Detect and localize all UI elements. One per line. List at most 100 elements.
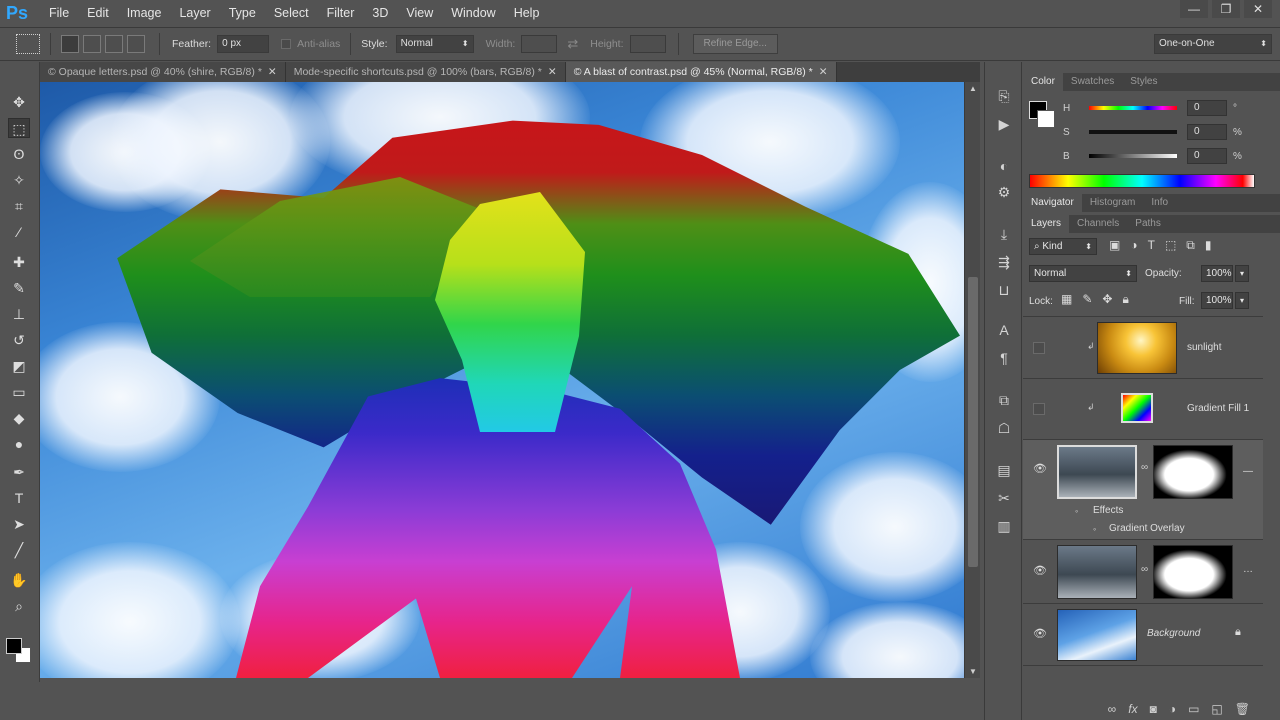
width-input[interactable] [521, 35, 558, 53]
history-brush-tool-icon[interactable]: ↺ [8, 330, 30, 350]
tab-mode-specific-shortcuts[interactable]: Mode-specific shortcuts.psd @ 100% (bars… [285, 62, 566, 82]
close-icon[interactable]: ✕ [819, 66, 828, 78]
lock-transparency-icon[interactable]: ▦ [1061, 292, 1072, 307]
saturation-input[interactable]: 0 [1187, 124, 1227, 140]
refine-edge-button[interactable]: Refine Edge... [692, 34, 778, 54]
pen-tool-icon[interactable]: ✒ [8, 462, 30, 482]
eyedropper-tool-icon[interactable]: ⁄ [8, 222, 30, 242]
tab-layers[interactable]: Layers [1023, 215, 1070, 233]
menu-layer[interactable]: Layer [170, 6, 219, 20]
scrollbar-thumb[interactable] [968, 277, 978, 567]
saturation-slider[interactable] [1089, 130, 1177, 134]
eraser-tool-icon[interactable]: ◩ [8, 356, 30, 376]
lasso-tool-icon[interactable]: ʘ [8, 144, 30, 164]
style-select[interactable]: Normal ⬍ [395, 35, 474, 53]
menu-image[interactable]: Image [118, 6, 171, 20]
layer-row-gradient-fill[interactable]: ↲ Gradient Fill 1 [1023, 379, 1263, 440]
foreground-color-swatch[interactable] [6, 638, 22, 654]
hue-slider[interactable] [1089, 106, 1177, 110]
tools-icon[interactable]: ✂ [993, 488, 1015, 508]
opacity-dropdown[interactable]: ▾ [1235, 265, 1249, 282]
layer-row-background[interactable]: 👁︎ Background 🔒︎ [1023, 604, 1263, 666]
menu-file[interactable]: File [40, 6, 78, 20]
document-canvas[interactable] [40, 82, 964, 678]
menu-help[interactable]: Help [505, 6, 549, 20]
fill-dropdown[interactable]: ▾ [1235, 292, 1249, 309]
rect-marquee-tool-icon[interactable]: ⬚ [8, 118, 30, 138]
hue-input[interactable]: 0 [1187, 100, 1227, 116]
path-selection-tool-icon[interactable]: ➤ [8, 514, 30, 534]
new-selection-icon[interactable] [61, 35, 79, 53]
restore-button[interactable]: ❐ [1212, 0, 1240, 18]
shape-filter-icon[interactable]: ⬚ [1165, 238, 1176, 253]
character-icon[interactable]: A [993, 320, 1015, 340]
vertical-scrollbar[interactable]: ▲ ▼ [964, 82, 980, 678]
close-icon[interactable]: ✕ [548, 66, 557, 78]
adjustment-filter-icon[interactable]: ◑ [1130, 238, 1137, 253]
workspace-select[interactable]: One-on-One ⬍ [1154, 34, 1272, 54]
subtract-selection-icon[interactable] [105, 35, 123, 53]
visibility-toggle[interactable] [1033, 403, 1045, 415]
hand-tool-icon[interactable]: ✋ [8, 570, 30, 590]
visibility-gradient-overlay-icon[interactable]: ◦ [1093, 524, 1096, 534]
tab-info[interactable]: Info [1143, 194, 1176, 212]
close-icon[interactable]: ✕ [268, 66, 277, 78]
clone-source-icon[interactable]: ⊔ [993, 280, 1015, 300]
visibility-effects-icon[interactable]: ◦ [1075, 506, 1078, 516]
notes-icon[interactable]: ▥ [993, 516, 1015, 536]
eye-icon[interactable]: 👁︎ [1033, 627, 1047, 641]
actions-play-icon[interactable]: ▶ [993, 114, 1015, 134]
scroll-down-icon[interactable]: ▼ [969, 667, 977, 676]
type-tool-icon[interactable]: T [8, 488, 30, 508]
tab-histogram[interactable]: Histogram [1082, 194, 1144, 212]
lock-paint-icon[interactable]: ✎ [1082, 292, 1092, 307]
close-button[interactable]: ✕ [1244, 0, 1272, 18]
eye-icon[interactable]: 👁︎ [1033, 564, 1047, 578]
brush-settings-icon[interactable]: ⇶ [993, 252, 1015, 272]
gradient-tool-icon[interactable]: ▭ [8, 382, 30, 402]
zoom-tool-icon[interactable]: ⌕ [8, 596, 30, 616]
new-layer-icon[interactable]: ◱ [1211, 702, 1222, 716]
minimize-button[interactable]: — [1180, 0, 1208, 18]
line-tool-icon[interactable]: ╱ [8, 540, 30, 560]
type-filter-icon[interactable]: T [1148, 238, 1155, 253]
clone-stamp-tool-icon[interactable]: ⊥ [8, 304, 30, 324]
add-selection-icon[interactable] [83, 35, 101, 53]
antialias-checkbox[interactable] [281, 39, 292, 49]
layer-row-photo[interactable]: 👁︎ ∞ … [1023, 540, 1263, 604]
smart-object-filter-icon[interactable]: ⧉ [1186, 238, 1195, 253]
tab-styles[interactable]: Styles [1122, 73, 1165, 91]
new-adjustment-icon[interactable]: ◑ [1169, 702, 1176, 716]
menu-view[interactable]: View [397, 6, 442, 20]
properties-icon[interactable]: ⧉ [993, 390, 1015, 410]
dodge-tool-icon[interactable]: ● [8, 434, 30, 454]
brightness-input[interactable]: 0 [1187, 148, 1227, 164]
blend-mode-select[interactable]: Normal ⬍ [1029, 265, 1137, 282]
menu-3d[interactable]: 3D [363, 6, 397, 20]
menu-filter[interactable]: Filter [318, 6, 364, 20]
layer-row-sunlight[interactable]: ↲ sunlight [1023, 317, 1263, 379]
lock-position-icon[interactable]: ✥ [1102, 292, 1112, 307]
menu-edit[interactable]: Edit [78, 6, 118, 20]
menu-window[interactable]: Window [442, 6, 504, 20]
history-icon[interactable]: ⎘ [993, 86, 1015, 106]
brightness-slider[interactable] [1089, 154, 1177, 158]
adjustments-icon[interactable]: ⚙ [993, 182, 1015, 202]
visibility-toggle[interactable] [1033, 342, 1045, 354]
filter-toggle-icon[interactable]: ▮ [1205, 238, 1212, 253]
magic-wand-tool-icon[interactable]: ✧ [8, 170, 30, 190]
tab-opaque-letters[interactable]: © Opaque letters.psd @ 40% (shire, RGB/8… [40, 62, 286, 82]
tab-channels[interactable]: Channels [1069, 215, 1127, 233]
tab-paths[interactable]: Paths [1127, 215, 1169, 233]
styles-icon[interactable]: ☖ [993, 418, 1015, 438]
menu-select[interactable]: Select [265, 6, 318, 20]
move-tool-icon[interactable]: ✥ [8, 92, 30, 112]
height-input[interactable] [629, 35, 666, 53]
swap-icon[interactable]: ⇄ [567, 36, 578, 52]
brush-presets-icon[interactable]: ⤓ [993, 224, 1015, 244]
fill-input[interactable]: 100% [1201, 292, 1233, 309]
color-bg-swatch[interactable] [1037, 110, 1055, 128]
new-group-icon[interactable]: ▭ [1188, 702, 1199, 716]
menu-type[interactable]: Type [220, 6, 265, 20]
feather-input[interactable]: 0 px [217, 35, 270, 53]
